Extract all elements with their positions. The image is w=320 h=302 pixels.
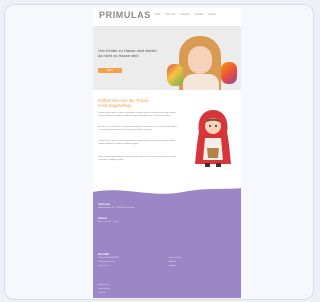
nav-item[interactable]: Über uns <box>165 13 175 16</box>
welcome-title: Willkommen bei der Tracey Kindertagespfl… <box>98 98 149 108</box>
hero-banner: Von Kinder zu Hause sind wieder da nicht… <box>93 26 241 90</box>
footer-bottom-link[interactable]: Impressum <box>98 284 109 287</box>
footer-address: Musterstraße 12 · 12345 Musterstadt <box>98 207 134 209</box>
footer-contact-item[interactable]: Anfahrt <box>169 261 176 264</box>
painted-hand-right <box>221 62 237 84</box>
footer-contact-title: Kontakt <box>98 252 110 256</box>
welcome-paragraph: Lorem ipsum dolor sit amet consetetur sa… <box>98 140 176 145</box>
footer-contact-item[interactable]: Impressum <box>98 265 109 268</box>
site-nav: Start Über uns Angebot Kontakt Galerie <box>155 13 216 16</box>
footer-hours: Mo – Fr 7:30 – 16:00 <box>98 221 119 223</box>
site-logo[interactable]: PRIMULAS <box>99 10 151 20</box>
nav-item[interactable]: Angebot <box>180 13 189 16</box>
footer-contact-item[interactable]: Datenschutz <box>169 257 181 260</box>
site-header: PRIMULAS Start Über uns Angebot Kontakt … <box>93 8 241 26</box>
nav-item[interactable]: Start <box>155 13 160 16</box>
footer-contact-item[interactable]: Galerie <box>169 265 176 268</box>
footer-address-title: Adresse <box>98 202 110 206</box>
nav-item[interactable]: Galerie <box>208 13 216 16</box>
footer-bottom-link[interactable]: Kontakt <box>98 292 105 295</box>
footer-hours-title: Zeiten <box>98 216 107 220</box>
welcome-section: Willkommen bei der Tracey Kindertagespfl… <box>93 90 241 188</box>
website-preview[interactable]: PRIMULAS Start Über uns Angebot Kontakt … <box>93 8 241 298</box>
footer-contact-item[interactable]: info@primulas.de <box>98 261 115 264</box>
welcome-paragraph: At vero eos et accusam et justo duo dolo… <box>98 126 178 131</box>
hero-headline: Von Kinder zu Hause sind wieder da nicht… <box>98 48 157 58</box>
welcome-paragraph: Lorem ipsum dolor sit amet consetetur sa… <box>98 112 176 117</box>
footer-contact-item[interactable]: Telefon 0123 456789 <box>98 257 118 260</box>
hero-button[interactable]: Mehr <box>98 68 122 73</box>
hero-girl-shirt <box>183 74 219 90</box>
footer-bottom-link[interactable]: Datenschutz <box>98 288 110 291</box>
welcome-paragraph: Stet clita kasd gubergren no sea takimat… <box>98 156 177 161</box>
hero-girl-face <box>188 46 212 74</box>
site-footer: Adresse Musterstraße 12 · 12345 Musterst… <box>93 194 241 298</box>
red-riding-hood-illustration <box>195 110 231 167</box>
nav-item[interactable]: Kontakt <box>195 13 203 16</box>
painted-hand-left <box>167 64 183 86</box>
